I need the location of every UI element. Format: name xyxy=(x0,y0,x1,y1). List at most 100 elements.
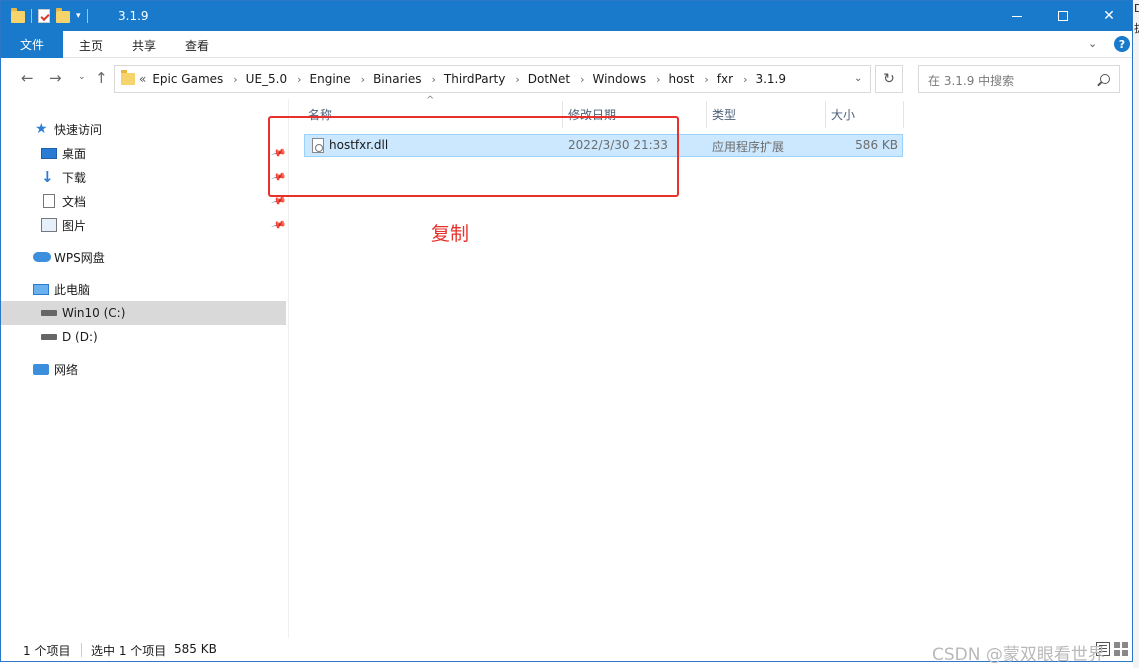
navigation-bar: ← → ⌄ ↑ « Epic Games › UE_5.0 › Engine ›… xyxy=(1,59,1132,99)
computer-icon xyxy=(33,283,49,295)
help-icon[interactable]: ? xyxy=(1114,36,1130,52)
cloud-icon xyxy=(33,252,51,262)
tab-file[interactable]: 文件 xyxy=(1,31,63,58)
drive-icon xyxy=(41,334,57,340)
file-type: 应用程序扩展 xyxy=(712,140,785,154)
recent-locations-button[interactable]: ⌄ xyxy=(78,72,86,82)
title-bar: ▾ 3.1.9 ✕ xyxy=(1,1,1132,31)
navigation-pane: ★ 快速访问 桌面 📌 ↓ 下载 📌 文档 📌 图片 📌 WPS网盘 此电脑 W… xyxy=(1,99,288,638)
watermark: CSDN @蒙双眼看世界 xyxy=(932,645,1105,665)
item-count: 1 个项目 xyxy=(23,644,71,658)
breadcrumb-item[interactable]: Epic Games xyxy=(152,72,223,86)
new-folder-icon[interactable] xyxy=(56,8,70,23)
breadcrumb-chevron-icon[interactable]: › xyxy=(656,73,660,86)
folder-icon xyxy=(121,70,135,85)
breadcrumb-chevron-icon[interactable]: › xyxy=(233,73,237,86)
breadcrumb-chevron-icon[interactable]: › xyxy=(515,73,519,86)
breadcrumb-item[interactable]: UE_5.0 xyxy=(246,72,287,86)
toolbar-divider xyxy=(86,9,88,23)
large-icons-view-icon[interactable] xyxy=(1114,642,1128,656)
breadcrumb-chevron-icon[interactable]: › xyxy=(297,73,301,86)
sidebar-item-label: 网络 xyxy=(54,362,79,377)
back-button[interactable]: ← xyxy=(21,69,34,87)
download-icon: ↓ xyxy=(41,168,54,186)
breadcrumb-item[interactable]: ThirdParty xyxy=(444,72,505,86)
breadcrumb-chevron-icon[interactable]: › xyxy=(704,73,708,86)
sidebar-item-desktop[interactable]: 桌面 📌 xyxy=(1,141,286,165)
sidebar-item-wps-cloud[interactable]: WPS网盘 xyxy=(1,245,286,269)
status-divider xyxy=(81,643,82,657)
minimize-icon xyxy=(1012,15,1022,17)
background-window-edge: D 拔 xyxy=(1133,0,1139,668)
breadcrumb-item[interactable]: Binaries xyxy=(373,72,421,86)
file-size: 586 KB xyxy=(855,138,898,152)
breadcrumb-chevron-icon[interactable]: › xyxy=(432,73,436,86)
sidebar-item-downloads[interactable]: ↓ 下载 📌 xyxy=(1,165,286,189)
breadcrumb-item[interactable]: host xyxy=(668,72,694,86)
window-title: 3.1.9 xyxy=(118,9,149,23)
document-icon xyxy=(43,194,55,208)
sidebar-item-this-pc[interactable]: 此电脑 xyxy=(1,277,286,301)
explorer-window: ▾ 3.1.9 ✕ 文件 主页 共享 查看 ⌄ ? ← → ⌄ ↑ « Epic… xyxy=(0,0,1133,662)
search-icon[interactable] xyxy=(1100,74,1110,84)
expand-ribbon-icon[interactable]: ⌄ xyxy=(1088,37,1097,50)
ribbon-tabs: 文件 主页 共享 查看 ⌄ ? xyxy=(1,31,1132,58)
column-header-size[interactable]: 大小 xyxy=(826,101,902,128)
address-bar[interactable]: « Epic Games › UE_5.0 › Engine › Binarie… xyxy=(114,65,871,93)
desktop-icon xyxy=(41,147,57,159)
breadcrumb-item-current[interactable]: 3.1.9 xyxy=(755,72,786,86)
search-placeholder: 在 3.1.9 中搜索 xyxy=(928,74,1015,88)
address-history-dropdown[interactable]: ⌄ xyxy=(854,73,862,84)
selected-size: 585 KB xyxy=(174,642,217,656)
sidebar-item-label: 此电脑 xyxy=(54,282,91,297)
sidebar-item-label: D (D:) xyxy=(62,330,98,344)
sidebar-item-pictures[interactable]: 图片 📌 xyxy=(1,213,286,237)
sidebar-item-label: 桌面 xyxy=(62,146,87,161)
breadcrumb-item[interactable]: DotNet xyxy=(528,72,570,86)
sidebar-item-label: 下载 xyxy=(62,170,87,185)
tab-home[interactable]: 主页 xyxy=(79,37,103,54)
breadcrumb-item[interactable]: Engine xyxy=(310,72,351,86)
selected-count: 选中 1 个项目 xyxy=(91,644,167,658)
sidebar-item-documents[interactable]: 文档 📌 xyxy=(1,189,286,213)
sidebar-item-quick-access[interactable]: ★ 快速访问 xyxy=(1,117,286,141)
column-header-type[interactable]: 类型 xyxy=(707,101,825,128)
tab-view[interactable]: 查看 xyxy=(185,37,209,54)
edge-text: D xyxy=(1134,2,1139,15)
breadcrumb-chevron-icon[interactable]: › xyxy=(743,73,747,86)
sidebar-item-network[interactable]: 网络 xyxy=(1,357,286,381)
sidebar-item-label: WPS网盘 xyxy=(54,250,105,265)
maximize-icon xyxy=(1058,11,1068,21)
minimize-button[interactable] xyxy=(994,1,1040,31)
folder-icon xyxy=(11,8,25,23)
search-input[interactable]: 在 3.1.9 中搜索 xyxy=(918,65,1120,93)
annotation-label: 复制 xyxy=(431,223,470,245)
drive-icon xyxy=(41,310,57,316)
forward-button[interactable]: → xyxy=(49,69,62,87)
pin-icon[interactable]: 📌 xyxy=(270,217,286,233)
tab-share[interactable]: 共享 xyxy=(132,37,156,54)
edge-text: 拔 xyxy=(1134,20,1139,36)
breadcrumb-chevron-icon[interactable]: › xyxy=(580,73,584,86)
maximize-button[interactable] xyxy=(1040,1,1086,31)
column-divider[interactable] xyxy=(903,101,904,128)
close-button[interactable]: ✕ xyxy=(1086,1,1132,31)
refresh-icon: ↻ xyxy=(883,71,895,87)
sidebar-item-drive-c[interactable]: Win10 (C:) xyxy=(1,301,286,325)
up-button[interactable]: ↑ xyxy=(95,69,108,87)
quick-access-toolbar: ▾ xyxy=(11,7,88,25)
refresh-button[interactable]: ↻ xyxy=(875,65,903,93)
sidebar-item-label: 快速访问 xyxy=(54,122,103,137)
close-icon: ✕ xyxy=(1103,8,1115,24)
sidebar-item-label: 图片 xyxy=(62,218,87,233)
customize-toolbar-dropdown[interactable]: ▾ xyxy=(76,11,81,21)
breadcrumb-item[interactable]: fxr xyxy=(717,72,733,86)
breadcrumb-overflow[interactable]: « xyxy=(139,72,146,86)
sidebar-item-drive-d[interactable]: D (D:) xyxy=(1,325,286,349)
sidebar-item-label: 文档 xyxy=(62,194,87,209)
breadcrumb-chevron-icon[interactable]: › xyxy=(361,73,365,86)
sidebar-item-label: Win10 (C:) xyxy=(62,306,126,320)
properties-icon[interactable] xyxy=(38,9,50,23)
annotation-highlight-box xyxy=(268,116,679,197)
breadcrumb-item[interactable]: Windows xyxy=(593,72,647,86)
